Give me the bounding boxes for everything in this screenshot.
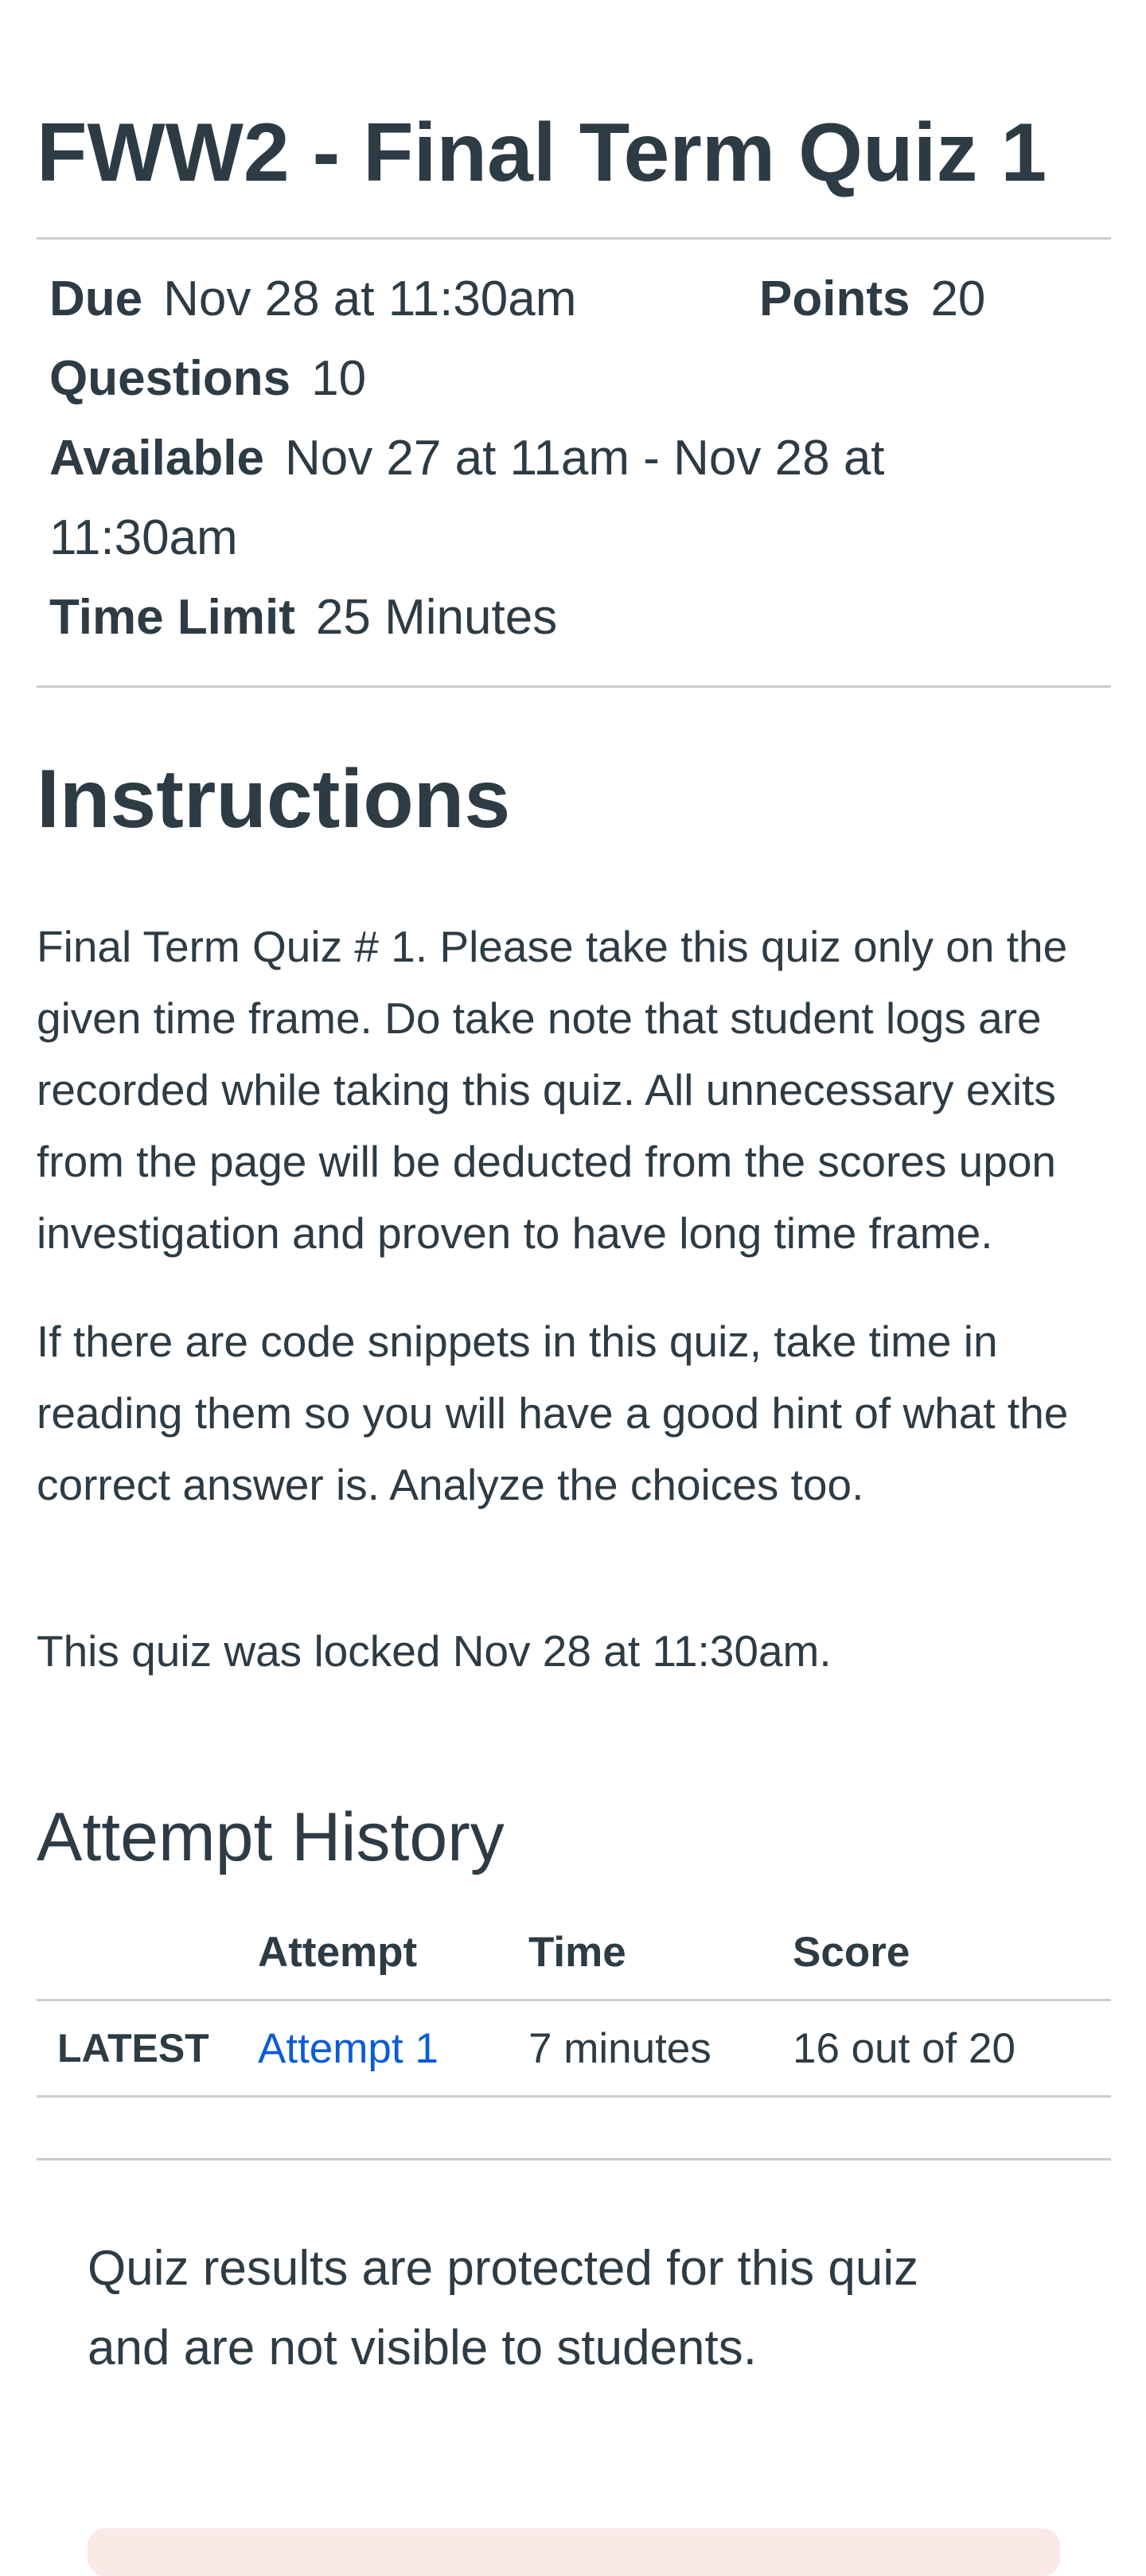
points-value: 20 [930, 271, 986, 326]
points-label: Points [759, 271, 910, 326]
available-label: Available [49, 431, 264, 486]
instructions-paragraph-2: If there are code snippets in this quiz,… [37, 1317, 1069, 1509]
due-row: Due Nov 28 at 11:30am [49, 270, 576, 329]
quiz-page: FWW2 - Final Term Quiz 1 Due Nov 28 at 11… [0, 0, 1146, 2576]
available-value-line2: 11:30am [49, 510, 238, 565]
attempt-history-table: Attempt Time Score LATEST Attempt 1 7 mi… [37, 1905, 1111, 2098]
points-row: Points 20 [759, 270, 985, 329]
available-row-cont: 11:30am [49, 509, 238, 568]
time-limit-value: 25 Minutes [315, 590, 558, 645]
time-limit-label: Time Limit [49, 590, 295, 645]
time-cell: 7 minutes [528, 2024, 711, 2072]
questions-value: 10 [311, 351, 367, 406]
results-notice-line-2: and are not visible to students. [88, 2320, 757, 2375]
due-value: Nov 28 at 11:30am [163, 271, 577, 326]
questions-row: Questions 10 [49, 349, 366, 408]
instructions-paragraph-1: Final Term Quiz # 1. Please take this qu… [37, 922, 1068, 1258]
score-cell: 16 out of 20 [793, 2024, 1015, 2072]
quiz-title: FWW2 - Final Term Quiz 1 [37, 107, 1047, 199]
lock-notice: This quiz was locked Nov 28 at 11:30am. [37, 1626, 832, 1676]
attempt-history-heading: Attempt History [37, 1799, 505, 1875]
quiz-content: FWW2 - Final Term Quiz 1 Due Nov 28 at 11… [37, 111, 1111, 2388]
attempt-1-link[interactable]: Attempt 1 [258, 2025, 439, 2072]
divider-details [37, 685, 1111, 688]
time-limit-row: Time Limit 25 Minutes [49, 588, 557, 647]
table-header-row: Attempt Time Score [37, 1905, 1111, 2001]
table-header-blank [37, 1905, 258, 2000]
table-header-score: Score [793, 1905, 1111, 2001]
divider-results [37, 2158, 1111, 2160]
instructions-heading: Instructions [37, 753, 511, 845]
quiz-details: Due Nov 28 at 11:30am Points 20 Questions 1… [37, 240, 1111, 685]
due-label: Due [49, 271, 143, 326]
results-notice-line-1: Quiz results are protected for this quiz [88, 2241, 919, 2296]
latest-tag: LATEST [37, 1999, 258, 2097]
table-row: LATEST Attempt 1 7 minutes 16 out of 20 [37, 1999, 1111, 2097]
available-value-line1: Nov 27 at 11am - Nov 28 at [284, 431, 885, 486]
results-notice: Quiz results are protected for this quiz… [37, 2229, 1111, 2388]
alert-box [88, 2528, 1060, 2576]
questions-label: Questions [49, 351, 291, 406]
table-header-time: Time [528, 1905, 793, 2001]
attempt-cell: Attempt 1 [258, 2000, 528, 2097]
available-row: Available Nov 27 at 11am - Nov 28 at [49, 429, 885, 488]
table-header-attempt: Attempt [258, 1905, 528, 2001]
